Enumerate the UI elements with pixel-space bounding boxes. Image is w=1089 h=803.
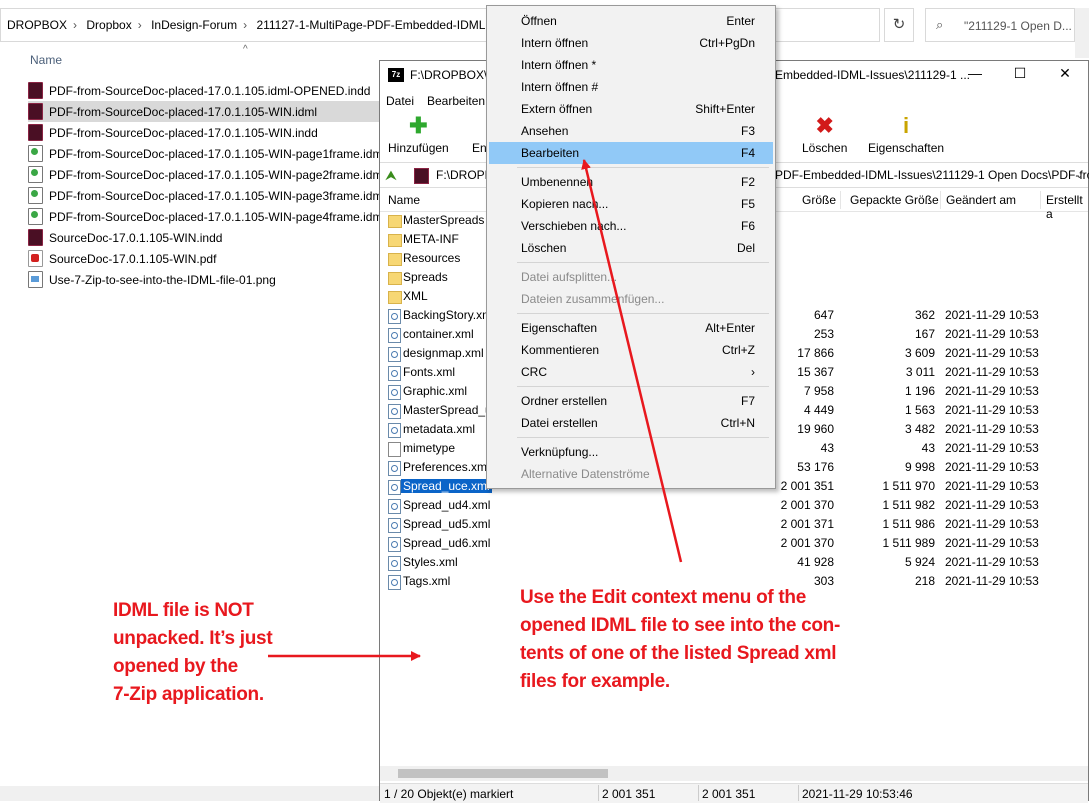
annotation-arrow-up: [581, 159, 683, 563]
annotation-right-note: Use the Edit context menu of the opened …: [520, 587, 841, 692]
annotation-left-note: IDML file is NOT unpacked. It’s just ope…: [113, 600, 273, 705]
